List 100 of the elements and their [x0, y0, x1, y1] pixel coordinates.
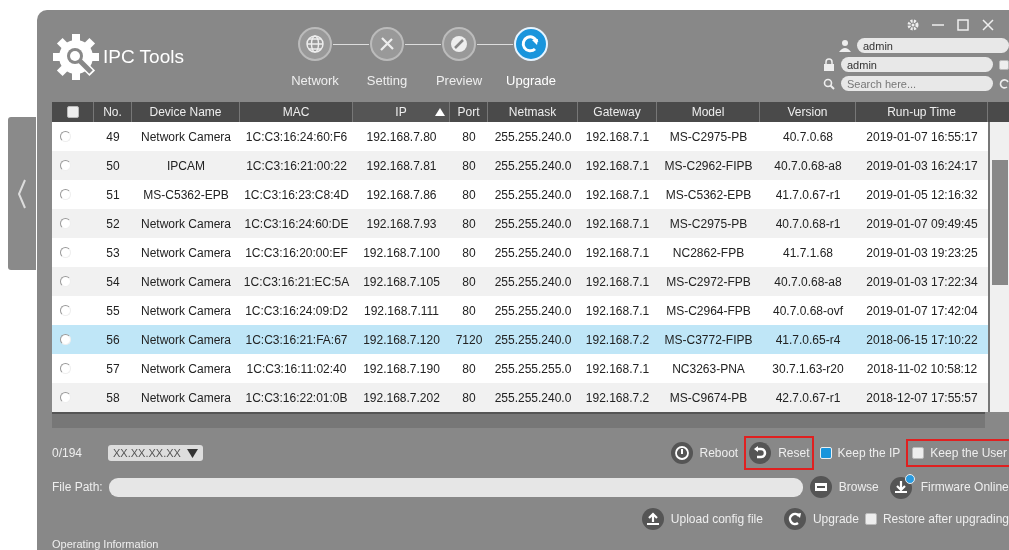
- table-cell-text: 52: [105, 216, 121, 231]
- search-icon: [823, 77, 835, 90]
- table-cell-text: 80: [461, 274, 477, 289]
- table-cell-text: 192.168.7.1: [584, 303, 651, 318]
- download-icon[interactable]: [888, 474, 915, 501]
- refresh-icon[interactable]: [999, 77, 1009, 90]
- upgrade-step-icon[interactable]: [514, 27, 548, 61]
- table-cell-text: 80: [461, 361, 477, 376]
- preview-step-icon[interactable]: [442, 27, 476, 61]
- table-cell-text: 80: [461, 158, 477, 173]
- table-cell-text: 51: [105, 187, 121, 202]
- power-icon[interactable]: [669, 441, 694, 466]
- keep-ip-label: Keep the IP: [837, 446, 901, 461]
- row-checkbox[interactable]: [60, 305, 71, 317]
- table-cell-text: 1C:C3:16:20:00:EF: [244, 245, 349, 260]
- table-cell-text: 50: [105, 158, 121, 173]
- table-cell-text: MS-C2975-PB: [668, 216, 749, 231]
- row-checkbox[interactable]: [60, 160, 71, 172]
- remember-checkbox[interactable]: [999, 59, 1009, 70]
- keep-ip-checkbox[interactable]: [819, 447, 832, 460]
- table-cell-text: 1C:C3:16:24:09:D2: [244, 303, 349, 318]
- table-cell-text: 56: [105, 332, 121, 347]
- horizontal-scrollbar[interactable]: [52, 412, 985, 429]
- row-checkbox[interactable]: [60, 247, 71, 259]
- settings-icon[interactable]: [906, 18, 920, 32]
- row-checkbox[interactable]: [60, 276, 71, 288]
- table-cell-text: 40.7.0.68-ovf: [771, 303, 845, 318]
- table-cell-text: 40.7.0.68-r1: [774, 216, 842, 231]
- step-label[interactable]: Upgrade: [506, 73, 556, 88]
- table-cell-text: Network Camera: [140, 303, 232, 318]
- table-cell-text: 40.7.0.68-a8: [773, 158, 843, 173]
- table-cell-text: 2019-01-07 09:49:45: [865, 216, 979, 231]
- table-cell-text: 2019-01-05 12:16:32: [865, 187, 979, 202]
- table-cell-text: 192.168.7.93: [365, 216, 438, 231]
- restore-label: Restore after upgrading: [882, 512, 1009, 527]
- username-field[interactable]: admin: [857, 38, 1009, 53]
- caret-icon: [186, 448, 198, 458]
- table-cell-text: 80: [461, 245, 477, 260]
- vertical-scrollbar[interactable]: [988, 122, 1009, 413]
- table-cell-text: 41.7.0.65-r4: [774, 332, 842, 347]
- table-cell-text: 192.168.7.202: [362, 390, 441, 405]
- undo-icon[interactable]: [748, 441, 773, 466]
- row-checkbox[interactable]: [60, 392, 71, 404]
- sort-ascending-icon: [435, 108, 445, 117]
- table-cell-text: 80: [461, 129, 477, 144]
- close-icon[interactable]: [981, 18, 995, 32]
- table-cell-text: 40.7.0.68-a8: [773, 274, 843, 289]
- select-all-checkbox[interactable]: [66, 106, 79, 119]
- row-checkbox[interactable]: [60, 218, 71, 230]
- globe-step-icon[interactable]: [298, 27, 332, 61]
- table-cell-text: 255.255.240.0: [493, 390, 573, 405]
- tools-step-icon[interactable]: [370, 27, 404, 61]
- table-cell-text: 1C:C3:16:23:C8:4D: [243, 187, 350, 202]
- table-cell-text: 192.168.7.100: [362, 245, 441, 260]
- lock-icon: [823, 58, 835, 71]
- row-checkbox[interactable]: [60, 131, 71, 143]
- table-cell-text: 1C:C3:16:24:60:DE: [243, 216, 350, 231]
- table-cell-text: 192.168.7.1: [584, 187, 651, 202]
- table-cell-text: 58: [105, 390, 121, 405]
- table-cell-text: Network Camera: [140, 274, 232, 289]
- table-row[interactable]: 50 IPCAM 1C:C3:16:21:00:22 192.168.7.81 80 255.255.240.0 192.168.7.1 MS-C2962-FIPB 40.7.0.68-a8 2019-01-03 16:24:17: [52, 151, 988, 181]
- table-cell-text: 1C:C3:16:21:EC:5A: [242, 274, 351, 289]
- table-row[interactable]: 54 Network Camera 1C:C3:16:21:EC:5A 192.168.7.105 80 255.255.240.0 192.168.7.1 MS-C2972-FPB 40.7.0.68-a8 2019-01-03 17:22:34: [52, 267, 988, 297]
- table-cell-text: MS-C3772-FIPB: [663, 332, 754, 347]
- table-cell-text: 192.168.7.80: [365, 129, 438, 144]
- user-icon: [839, 39, 851, 52]
- app-title: IPC Tools: [103, 46, 184, 68]
- table-cell-text: 192.168.7.190: [362, 361, 441, 376]
- column-header[interactable]: IP: [353, 102, 450, 123]
- table-cell-text: 7120: [454, 332, 484, 347]
- table-cell-text: 192.168.7.81: [365, 158, 438, 173]
- restore-checkbox[interactable]: [864, 513, 877, 526]
- table-row[interactable]: 52 Network Camera 1C:C3:16:24:60:DE 192.168.7.93 80 255.255.240.0 192.168.7.1 MS-C2975-PB 40.7.0.68-r1 2019-01-07 09:49:45: [52, 209, 988, 239]
- refresh-icon[interactable]: [782, 507, 807, 532]
- table-cell-text: Network Camera: [140, 245, 232, 260]
- table-row[interactable]: 56 Network Camera 1C:C3:16:21:FA:67 192.168.7.120 7120 255.255.240.0 192.168.7.2 MS-C3772-FIPB 41.7.0.65-r4 2018-06-15 17:10:22: [52, 325, 988, 355]
- table-cell-text: Network Camera: [140, 361, 232, 376]
- row-checkbox[interactable]: [60, 334, 71, 346]
- table-cell-text: 2019-01-07 17:42:04: [865, 303, 979, 318]
- password-field[interactable]: admin: [841, 57, 993, 72]
- operating-information-label: Operating Information: [52, 538, 160, 550]
- table-cell-text: 54: [105, 274, 121, 289]
- table-row[interactable]: 58 Network Camera 1C:C3:16:22:01:0B 192.168.7.202 80 255.255.240.0 192.168.7.2 MS-C9674-PB 42.7.0.67-r1 2018-12-07 17:55:57: [52, 383, 988, 413]
- table-cell-text: 192.168.7.111: [363, 303, 440, 318]
- maximize-icon[interactable]: [956, 18, 970, 32]
- row-checkbox[interactable]: [60, 189, 71, 201]
- upload-icon[interactable]: [640, 507, 665, 532]
- ip-dropdown[interactable]: XX.XX.XX.XX: [108, 445, 203, 462]
- keep-user-checkbox[interactable]: [912, 447, 925, 460]
- table-cell-text: 255.255.240.0: [493, 187, 573, 202]
- chevron-left-icon: [17, 178, 27, 209]
- table-cell-text: 57: [105, 361, 121, 376]
- table-cell-text: 30.7.1.63-r20: [771, 361, 845, 376]
- gear-magnifier-logo-icon: [51, 32, 101, 82]
- search-field[interactable]: Search here...: [841, 76, 993, 91]
- table-cell-text: MS-C5362-EPB: [664, 187, 753, 202]
- table-cell-text: 192.168.7.105: [362, 274, 441, 289]
- row-checkbox[interactable]: [60, 363, 71, 375]
- file-path-field[interactable]: [108, 477, 803, 497]
- table-cell-text: MS-C2964-FPB: [665, 303, 752, 318]
